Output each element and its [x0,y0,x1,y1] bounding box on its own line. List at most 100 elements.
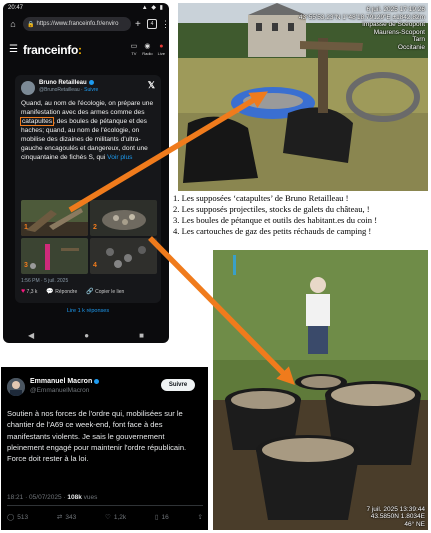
photo-bottom-stamp: 7 juil. 2025 13:39:44 43.5850N 1.8034E 4… [366,506,425,529]
repost-icon: ⇄ [56,514,63,521]
embedded-tweet-retailleau: Bruno Retailleau @BrunoRetailleau · Suiv… [15,75,161,303]
bookmark-button[interactable]: ▯ 16 [154,513,169,522]
verified-badge-icon [88,80,94,85]
views-label: vues [81,494,98,501]
read-replies-link[interactable]: Lire 1 k réponses [15,308,161,314]
nav-tv[interactable]: ▭ TV [131,43,138,56]
tweet-author[interactable]: Emmanuel Macron [30,378,100,385]
reply-icon: ◯ [7,514,15,521]
radio-icon: ◉ [144,43,151,50]
see-more-link[interactable]: Voir plus [107,154,132,161]
avatar[interactable] [21,81,35,95]
tweet-text: Soutien à nos forces de l'ordre qui, mob… [7,409,187,464]
caption-item: 2. Les supposés projectiles, stocks de g… [173,204,370,214]
views-count: 108k [67,494,82,501]
status-time: 20:47 [8,5,24,11]
phone-screenshot: 20:47 ▲ ◆ ▮ ⌂ 🔒 https://www.franceinfo.f… [3,3,169,343]
status-bar: 20:47 ▲ ◆ ▮ [3,3,169,13]
recents-icon[interactable]: ■ [139,331,144,340]
follow-button[interactable]: Suivre [161,379,195,391]
stamp-line: Occitanie [397,43,425,51]
copy-link-button[interactable]: 🔗 Copier le lien [86,288,124,295]
caption-item: 4. Les cartouches de gaz des petits réch… [173,226,372,236]
tweet-timestamp[interactable]: 18:21 · 05/07/2025 · [7,494,67,501]
avatar[interactable] [7,378,25,396]
caption-item: 3. Les boules de pétanque et outils des … [173,215,378,225]
photo-pots-image [213,250,428,530]
bookmark-count: 16 [161,513,169,521]
reply-button[interactable]: ◯ 513 [7,513,29,522]
nav-radio-label: Radio [142,51,153,56]
tweet-handle[interactable]: @EmmanuelMacron [30,387,89,394]
tweet-handle: @BrunoRetailleau [39,87,80,93]
site-logo-text: franceinfo [23,43,79,57]
more-options-icon[interactable]: ⋮ [161,19,169,30]
like-count: 7,3 k [26,289,38,295]
media-label-2: 2 [93,224,97,231]
like-button[interactable]: ♥ 7,3 k [21,288,37,295]
repost-button[interactable]: ⇄ 343 [56,513,77,522]
site-logo[interactable]: franceinfo: [23,43,82,57]
media-thumb-4[interactable]: 4 [90,238,157,274]
media-thumb-1[interactable]: 1 [21,200,88,236]
tab-count-button[interactable]: 4 [147,19,157,29]
reply-icon: 💬 [46,289,54,295]
stamp-line: 43.5850N 1.8034E [370,513,425,520]
address-text: https://www.franceinfo.fr/enviro [36,21,119,27]
tweet-meta: 18:21 · 05/07/2025 · 108k vues [7,494,97,501]
android-nav-bar: ◀ ● ■ [3,329,169,341]
reply-count: 513 [17,513,29,521]
nav-live-label: Live [157,51,165,56]
tv-icon: ▭ [130,43,138,50]
tweet-author-name: Emmanuel Macron [30,378,93,385]
nav-radio[interactable]: ◉ Radio [142,43,152,56]
highlighted-word: catapultes [19,117,55,126]
address-field[interactable]: 🔒 https://www.franceinfo.fr/enviro [23,17,131,31]
link-icon: 🔗 [86,289,94,295]
stamp-line: Maurens-Scopont [373,28,425,36]
browser-url-bar: ⌂ 🔒 https://www.franceinfo.fr/enviro + 4… [7,15,169,33]
follow-link[interactable]: Suivre [84,87,98,93]
reply-button[interactable]: 💬 Répondre [46,288,77,295]
share-icon: ⇪ [197,514,203,521]
hamburger-menu-icon[interactable]: ☰ [9,44,18,55]
heart-icon: ♡ [105,514,111,521]
tweet-media-grid: 1 2 3 4 [21,200,157,274]
stamp-line: 6 juil. 2025 17:19:26 [366,6,425,13]
share-button[interactable]: ⇪ [198,513,203,521]
photo-pots-of-stones: 7 juil. 2025 13:39:44 43.5850N 1.8034E 4… [213,250,428,530]
like-button[interactable]: ♡ 1,2k [105,513,127,522]
home-button-icon[interactable]: ● [84,331,89,340]
tweet-text-before: Quand, au nom de l'écologie, on prépare … [21,100,154,116]
bookmark-icon: ▯ [154,514,159,521]
media-thumb-2[interactable]: 2 [90,200,157,236]
nav-live[interactable]: ● Live [158,43,165,56]
new-tab-icon[interactable]: + [135,19,143,30]
reply-label: Répondre [55,289,78,295]
heart-icon: ♥ [21,288,26,295]
media-thumb-3[interactable]: 3 [21,238,88,274]
media-label-1: 1 [24,224,28,231]
live-icon: ● [159,43,164,50]
stamp-line: Tarn [412,36,425,43]
franceinfo-header: ☰ franceinfo: ▭ TV ◉ Radio ● Live [7,41,165,61]
tweet-actions: ◯ 513 ⇄ 343 ♡ 1,2k ▯ 16 ⇪ [7,513,203,522]
tweet-handle-line: @BrunoRetailleau · Suivre [39,87,99,93]
photo-chateau-garden: 6 juil. 2025 17:19:26 43°55'53.23"N 1°48… [178,3,428,191]
back-icon[interactable]: ◀ [28,331,34,340]
media-label-4: 4 [93,262,97,269]
like-count: 1,2k [113,513,127,521]
tweet-author[interactable]: Bruno Retailleau [39,80,94,86]
site-nav: ▭ TV ◉ Radio ● Live [131,43,165,56]
lock-icon: 🔒 [27,21,35,28]
repost-count: 343 [65,513,77,521]
x-logo-icon[interactable]: 𝕏 [148,80,155,91]
divider [7,505,203,506]
tweet-author-name: Bruno Retailleau [39,80,87,87]
media-label-3: 3 [24,262,28,269]
caption-item: 1. Les supposées ‘catapultes’ de Bruno R… [173,193,349,203]
tweet-timestamp[interactable]: 1:56 PM · 5 juil. 2025 [21,278,68,284]
tweet-text: Quand, au nom de l'écologie, on prépare … [19,99,157,162]
home-icon[interactable]: ⌂ [7,19,19,29]
verified-badge-icon [94,378,100,384]
